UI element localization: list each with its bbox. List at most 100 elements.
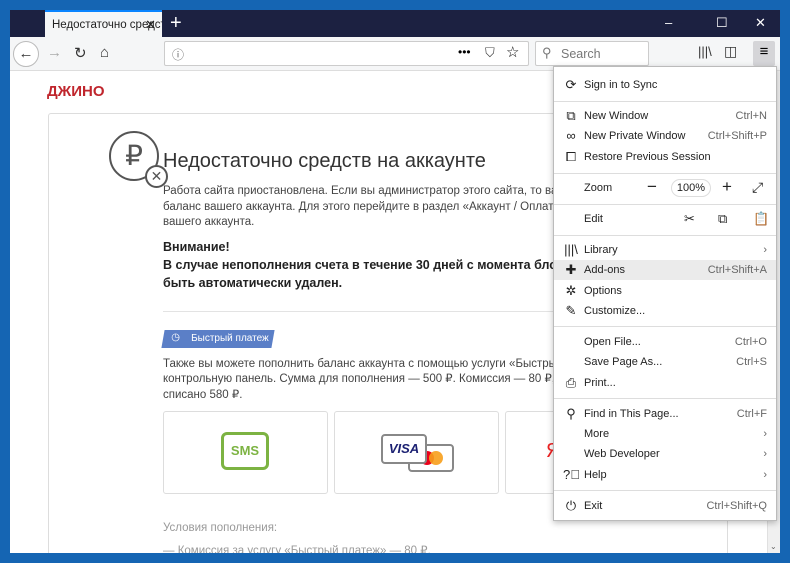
gear-icon: ✲	[565, 283, 577, 298]
separator	[554, 204, 776, 205]
warning-title: Внимание!	[163, 240, 230, 254]
menu-item-sync[interactable]: ⟳ Sign in to Sync	[554, 75, 776, 95]
library-icon: |||\	[564, 242, 578, 257]
copy-icon[interactable]: ⧉	[718, 211, 727, 227]
brush-icon: ✎	[565, 303, 577, 318]
maximize-button[interactable]: ☐	[716, 15, 728, 31]
app-menu: ⟳ Sign in to Sync ⧉ New Window Ctrl+N ∞ New …	[553, 66, 777, 521]
mask-icon: ∞	[566, 128, 576, 143]
search-placeholder: Search	[561, 47, 601, 61]
visa-icon: VISA	[381, 434, 427, 464]
menu-item-exit[interactable]: ⏻ Exit Ctrl+Shift+Q	[554, 496, 776, 516]
tab-close-icon[interactable]: ✕	[145, 17, 156, 33]
library-icon[interactable]: |||\	[698, 44, 712, 59]
new-window-icon: ⧉	[566, 108, 576, 123]
sync-icon: ⟳	[565, 77, 577, 92]
label: Find in This Page...	[584, 408, 679, 420]
label: Open File...	[584, 336, 641, 348]
separator	[554, 173, 776, 174]
menu-item-edit: Edit ✂ ⧉ 📋	[554, 209, 776, 229]
separator	[554, 490, 776, 491]
warning-text: В случае непополнения счета в течение 30…	[163, 258, 579, 272]
url-bar[interactable]: ⓘ ••• ⛉ ☆	[164, 41, 529, 66]
search-icon: ⚲	[566, 406, 576, 421]
pocket-icon[interactable]: ⛉	[485, 45, 495, 61]
site-logo[interactable]: ДЖИНО	[47, 83, 105, 100]
power-icon: ⏻	[565, 498, 577, 513]
sidebar-icon[interactable]: ◫	[724, 43, 737, 60]
intro-text: вашего аккаунта.	[163, 216, 255, 228]
shortcut: Ctrl+S	[736, 356, 767, 368]
badge-label: Быстрый платеж	[191, 333, 269, 344]
label: Restore Previous Session	[584, 151, 711, 163]
reload-button[interactable]: ↻	[74, 44, 87, 62]
label: New Window	[584, 110, 649, 122]
shortcut: Ctrl+Shift+Q	[706, 500, 767, 512]
quick-text: Также вы можете пополнить баланс аккаунт…	[163, 358, 580, 370]
card-payment-option[interactable]: VISA	[334, 411, 499, 494]
label: Print...	[584, 377, 616, 389]
search-icon: ⚲	[542, 45, 552, 60]
new-tab-button[interactable]: +	[170, 12, 182, 35]
tab-active[interactable]: Недостаточно средств на аккаунте✕	[45, 10, 162, 37]
menu-item-library[interactable]: |||\ Library ›	[554, 240, 776, 260]
menu-item-options[interactable]: ✲ Options	[554, 281, 776, 301]
quick-text: контрольную панель. Сумма для пополнения…	[163, 373, 580, 385]
back-button[interactable]: ←	[13, 41, 39, 67]
fullscreen-icon[interactable]: ⤢	[752, 179, 763, 196]
label: Web Developer	[584, 448, 660, 460]
label: Sign in to Sync	[584, 79, 658, 91]
menu-item-web-developer[interactable]: Web Developer ›	[554, 444, 776, 464]
label: Customize...	[584, 305, 646, 317]
label: Add-ons	[584, 264, 625, 276]
label: Zoom	[584, 182, 613, 194]
menu-item-find[interactable]: ⚲ Find in This Page... Ctrl+F	[554, 404, 776, 424]
menu-button[interactable]: ≡	[753, 41, 775, 66]
menu-item-zoom: Zoom − 100% + ⤢	[554, 177, 776, 198]
paste-icon[interactable]: 📋	[753, 211, 769, 227]
close-window-button[interactable]: ✕	[755, 15, 766, 31]
browser-window: Недостаточно средств на аккаунте✕ + – ☐ …	[10, 10, 780, 553]
menu-item-help[interactable]: ?⃝ Help ›	[554, 465, 776, 485]
menu-item-addons[interactable]: ✚ Add-ons Ctrl+Shift+A	[554, 260, 776, 280]
shortcut: Ctrl+O	[734, 336, 767, 348]
label: Options	[584, 285, 622, 297]
menu-item-save-page[interactable]: Save Page As... Ctrl+S	[554, 352, 776, 372]
bookmark-star-icon[interactable]: ☆	[506, 43, 519, 61]
label: Help	[584, 469, 607, 481]
zoom-out-button[interactable]: −	[647, 177, 657, 197]
label: More	[584, 428, 610, 440]
title-bar: Недостаточно средств на аккаунте✕ + – ☐ …	[10, 10, 780, 37]
minimize-button[interactable]: –	[665, 15, 672, 30]
info-icon[interactable]: ⓘ	[172, 46, 184, 63]
shortcut: Ctrl+Shift+A	[707, 264, 767, 276]
zoom-in-button[interactable]: +	[722, 177, 732, 197]
restore-icon: ⧠	[565, 149, 577, 164]
menu-item-new-window[interactable]: ⧉ New Window Ctrl+N	[554, 106, 776, 126]
label: Edit	[584, 213, 603, 225]
quick-payment-badge: ◷ Быстрый платеж	[161, 330, 275, 348]
scroll-down-icon[interactable]: ⌄	[770, 542, 777, 551]
zoom-reset-button[interactable]: 100%	[671, 179, 711, 197]
help-icon: ?⃝	[563, 467, 580, 482]
home-button[interactable]: ⌂	[100, 44, 109, 61]
condition-item: — Комиссия за услугу «Быстрый платеж» — …	[163, 545, 431, 553]
sms-payment-option[interactable]: SMS	[163, 411, 328, 494]
menu-item-private-window[interactable]: ∞ New Private Window Ctrl+Shift+P	[554, 126, 776, 146]
menu-item-more[interactable]: More ›	[554, 424, 776, 444]
menu-item-customize[interactable]: ✎ Customize...	[554, 301, 776, 321]
more-actions-icon[interactable]: •••	[458, 45, 471, 59]
cut-icon[interactable]: ✂	[684, 211, 695, 227]
chevron-right-icon: ›	[763, 428, 767, 440]
label: Library	[584, 244, 618, 256]
forward-button[interactable]: →	[47, 44, 62, 61]
separator	[554, 398, 776, 399]
menu-item-print[interactable]: ⎙ Print...	[554, 373, 776, 393]
chevron-right-icon: ›	[763, 244, 767, 256]
menu-item-open-file[interactable]: Open File... Ctrl+O	[554, 332, 776, 352]
sms-icon: SMS	[221, 432, 269, 470]
page-title: Недостаточно средств на аккаунте	[163, 150, 486, 172]
menu-item-restore-session[interactable]: ⧠ Restore Previous Session	[554, 147, 776, 167]
search-input[interactable]: ⚲ Search	[535, 41, 649, 66]
puzzle-icon: ✚	[565, 262, 577, 277]
